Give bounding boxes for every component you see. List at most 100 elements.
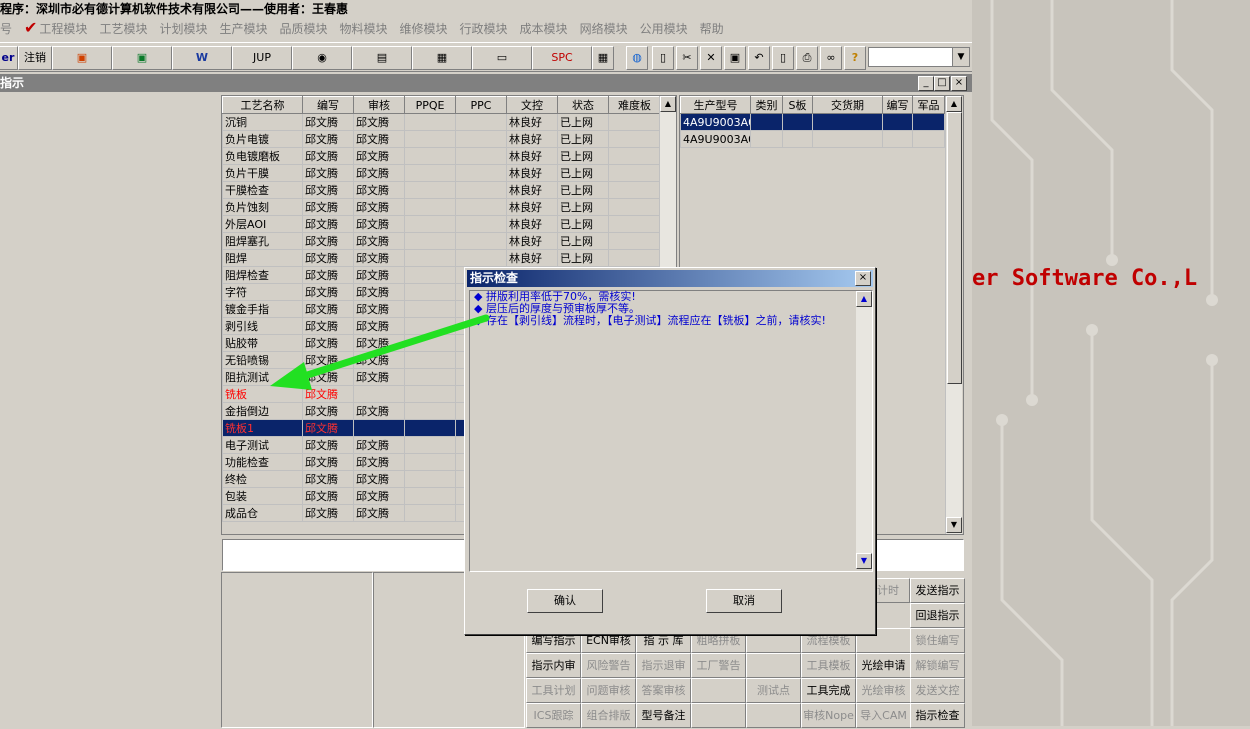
table-cell[interactable] — [455, 232, 507, 250]
table-row[interactable]: 4A9U9003A0 — [680, 113, 945, 131]
table-cell[interactable] — [882, 113, 913, 131]
logout-button[interactable]: 注销 — [18, 46, 52, 70]
table-cell[interactable] — [455, 164, 507, 182]
table-cell[interactable]: 外层AOI — [222, 215, 303, 233]
table-cell[interactable]: 4A9U9003A0 — [680, 130, 751, 148]
table-cell[interactable]: 阻焊 — [222, 249, 303, 267]
table-cell[interactable] — [608, 113, 661, 131]
table-cell[interactable]: 贴胶带 — [222, 334, 303, 352]
table-cell[interactable]: 邱文腾 — [302, 164, 354, 182]
memo-scrollbar[interactable]: ▲ ▼ — [856, 291, 872, 569]
table-cell[interactable]: 邱文腾 — [353, 266, 405, 284]
menu-item-material[interactable]: 物料模块 — [340, 19, 388, 39]
table-cell[interactable]: 邱文腾 — [353, 130, 405, 148]
table-cell[interactable] — [404, 453, 456, 471]
table-cell[interactable]: 邱文腾 — [302, 300, 354, 318]
table-cell[interactable]: 电子测试 — [222, 436, 303, 454]
table-cell[interactable]: 邱文腾 — [353, 181, 405, 199]
table-cell[interactable]: 已上网 — [557, 249, 609, 267]
menu-item-cost[interactable]: 成本模块 — [520, 19, 568, 39]
table-cell[interactable]: 无铅喷锡 — [222, 351, 303, 369]
tool-template-button[interactable]: 工具模板 — [801, 653, 856, 678]
table-cell[interactable]: 邱文腾 — [302, 181, 354, 199]
table-row[interactable]: 阻焊 邱文腾 邱文腾 林良好 已上网 — [222, 249, 661, 267]
table-cell[interactable] — [404, 436, 456, 454]
table-cell[interactable]: 邱文腾 — [302, 368, 354, 386]
table-cell[interactable]: 已上网 — [557, 198, 609, 216]
word-icon[interactable]: W — [172, 46, 232, 70]
ok-button[interactable]: 确认 — [527, 589, 603, 613]
cancel-button[interactable]: 取消 — [706, 589, 782, 613]
table-cell[interactable] — [882, 130, 913, 148]
column-header[interactable]: 工艺名称 — [222, 96, 303, 114]
column-header[interactable]: S板 — [782, 96, 813, 114]
table-cell[interactable] — [404, 147, 456, 165]
table-cell[interactable]: 邱文腾 — [353, 283, 405, 301]
scroll-down-icon[interactable]: ▼ — [856, 553, 872, 569]
table-cell[interactable]: 负片电镀 — [222, 130, 303, 148]
table-cell[interactable] — [782, 130, 813, 148]
table-cell[interactable]: 邱文腾 — [302, 487, 354, 505]
excel-icon[interactable]: ▣ — [112, 46, 172, 70]
photoplot-request-button[interactable]: 光绘申请 — [856, 653, 911, 678]
menu-item-production[interactable]: 生产模块 — [219, 19, 267, 39]
table-cell[interactable]: 邱文腾 — [353, 334, 405, 352]
table-cell[interactable]: 邱文腾 — [302, 402, 354, 420]
minimize-button[interactable]: _ — [918, 76, 934, 91]
eye-icon[interactable]: ◉ — [292, 46, 352, 70]
table-cell[interactable] — [404, 334, 456, 352]
table-cell[interactable] — [455, 198, 507, 216]
table-cell[interactable]: 邱文腾 — [302, 232, 354, 250]
globe-icon[interactable]: ◍ — [626, 46, 648, 70]
table-row[interactable]: 干膜检查 邱文腾 邱文腾 林良好 已上网 — [222, 181, 661, 199]
table-row[interactable]: 阻焊塞孔 邱文腾 邱文腾 林良好 已上网 — [222, 232, 661, 250]
table-cell[interactable] — [404, 232, 456, 250]
table-cell[interactable]: 邱文腾 — [353, 402, 405, 420]
table-cell[interactable] — [404, 266, 456, 284]
table-cell[interactable] — [404, 487, 456, 505]
blank-button[interactable] — [746, 703, 801, 728]
table-cell[interactable]: 已上网 — [557, 147, 609, 165]
table-cell[interactable]: 邱文腾 — [302, 215, 354, 233]
table-cell[interactable] — [608, 249, 661, 267]
close-button[interactable]: × — [951, 76, 967, 91]
blank-button[interactable] — [691, 678, 746, 703]
table-cell[interactable]: 铣板 — [222, 385, 303, 403]
table-cell[interactable]: 成品仓 — [222, 504, 303, 522]
review-nope-button[interactable]: 审核Nope — [801, 703, 856, 728]
lock-edit-button[interactable]: 锁住编写 — [910, 628, 965, 653]
table-cell[interactable] — [404, 470, 456, 488]
column-header[interactable]: 生产型号 — [680, 96, 751, 114]
table-cell[interactable] — [608, 198, 661, 216]
table-cell[interactable]: 邱文腾 — [302, 147, 354, 165]
table-cell[interactable] — [912, 113, 945, 131]
menu-item-maintenance[interactable]: 维修模块 — [400, 19, 448, 39]
menu-item-common[interactable]: 公用模块 — [640, 19, 688, 39]
table-cell[interactable]: 邱文腾 — [353, 470, 405, 488]
column-header[interactable]: 状态 — [557, 96, 609, 114]
send-instruction-button[interactable]: 发送指示 — [910, 578, 965, 603]
table-cell[interactable]: 已上网 — [557, 232, 609, 250]
menu-item-process[interactable]: 工艺模块 — [99, 19, 147, 39]
scroll-thumb[interactable] — [947, 112, 962, 384]
blank-button[interactable] — [746, 653, 801, 678]
table-cell[interactable] — [750, 130, 783, 148]
menu-item-plan[interactable]: 计划模块 — [159, 19, 207, 39]
binoculars-icon[interactable]: ∞ — [820, 46, 842, 70]
column-header[interactable]: 文控 — [506, 96, 558, 114]
photoplot-review-button[interactable]: 光绘审核 — [856, 678, 911, 703]
maximize-button[interactable]: □ — [934, 76, 950, 91]
table-cell[interactable] — [404, 164, 456, 182]
unlock-edit-button[interactable]: 解锁编写 — [910, 653, 965, 678]
jup-button[interactable]: JUP — [232, 46, 292, 70]
table-cell[interactable] — [404, 317, 456, 335]
instruction-check-button[interactable]: 指示检查 — [910, 703, 965, 728]
factory-warning-button[interactable]: 工厂警告 — [691, 653, 746, 678]
table-row[interactable]: 负片干膜 邱文腾 邱文腾 林良好 已上网 — [222, 164, 661, 182]
table-cell[interactable]: 邱文腾 — [302, 504, 354, 522]
table-cell[interactable] — [353, 385, 405, 403]
column-header[interactable]: PPC — [455, 96, 507, 114]
dialog-message-memo[interactable]: ◆ 拼版利用率低于70%，需核实! ◆ 层压后的厚度与预审板厚不等。 ◆ 存在【… — [469, 290, 873, 572]
table-cell[interactable] — [608, 181, 661, 199]
table-cell[interactable]: 邱文腾 — [353, 300, 405, 318]
